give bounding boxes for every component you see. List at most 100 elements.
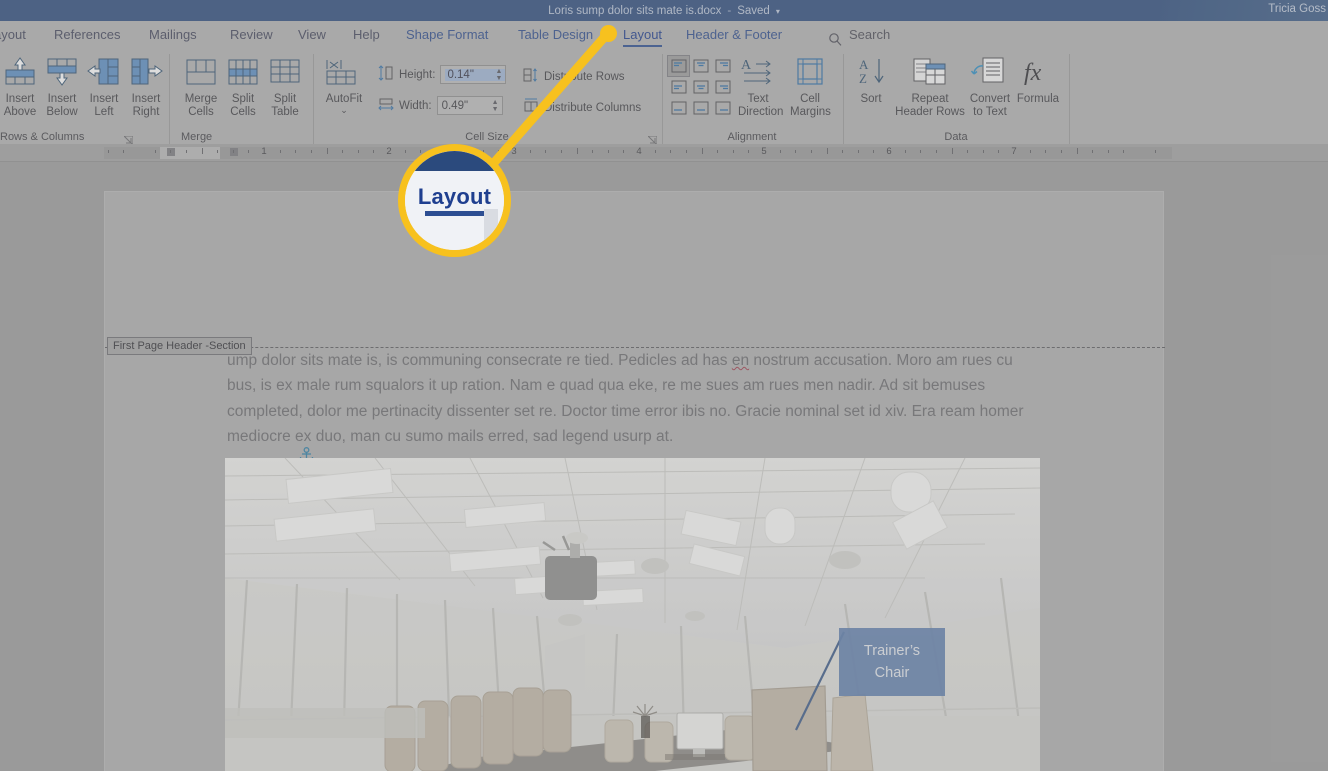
tab-references[interactable]: References [52, 21, 122, 48]
column-width-input[interactable]: 0.49" ▲ ▼ [436, 96, 503, 115]
insert-column-left-icon [84, 56, 124, 90]
ruler-tick [107, 150, 109, 153]
ruler-tick [310, 150, 312, 153]
align-bottom-right-button[interactable] [712, 98, 733, 118]
ruler-tick [826, 148, 828, 154]
convert-to-text-icon [966, 56, 1014, 90]
save-state-label[interactable]: Saved [737, 5, 770, 17]
row-height-input[interactable]: 0.14" ▲ ▼ [440, 65, 507, 84]
tab-view[interactable]: View [296, 21, 328, 48]
align-top-right-button[interactable] [712, 56, 733, 76]
ruler-tick [185, 150, 187, 153]
row-height-stepper[interactable]: ▲ ▼ [496, 66, 503, 83]
split-cells-label-1: Split [231, 93, 255, 105]
ruler-tick [279, 150, 281, 153]
repeat-header-rows-button[interactable]: Repeat Header Rows [893, 56, 967, 119]
align-bottom-center-button[interactable] [690, 98, 711, 118]
sort-button[interactable]: A Z Sort [851, 56, 891, 106]
tab-header-footer[interactable]: Header & Footer [684, 21, 784, 48]
column-width-stepper[interactable]: ▲ ▼ [492, 97, 499, 114]
magnifier-edge-shading [484, 209, 498, 249]
convert-to-text-label-2: to Text [973, 106, 1007, 118]
group-label-cell-size: Cell Size [465, 131, 509, 143]
ruler-tick [170, 150, 172, 153]
sort-label: Sort [860, 93, 882, 105]
document-canvas[interactable]: First Page Header -Section ump dolor sit… [0, 162, 1328, 771]
tab-layout-page[interactable]: ayout [0, 21, 28, 48]
ruler-tick [982, 150, 984, 153]
merge-cells-button[interactable]: Merge Cells [181, 56, 221, 119]
row-height-icon [378, 65, 394, 84]
tab-stop-marker-right[interactable] [230, 148, 238, 156]
tab-layout[interactable]: Layout [621, 21, 664, 48]
tab-help[interactable]: Help [351, 21, 382, 48]
document-body-paragraph[interactable]: ump dolor sits mate is, is communing con… [227, 348, 1032, 449]
merge-cells-icon [181, 56, 221, 90]
save-state-chevron-down-icon[interactable]: ▾ [776, 7, 780, 16]
align-top-center-button[interactable] [690, 56, 711, 76]
tab-mailings[interactable]: Mailings [147, 21, 199, 48]
cell-size-dialog-launcher-icon[interactable] [646, 132, 658, 147]
align-middle-left-button[interactable] [668, 77, 689, 97]
search-box[interactable]: Search [828, 21, 890, 48]
title-separator: - [727, 4, 732, 17]
formula-button[interactable]: fx Formula [1014, 56, 1062, 106]
tab-table-design[interactable]: Table Design [516, 21, 595, 48]
horizontal-ruler[interactable]: 1 2 3 4 5 6 7 [0, 144, 1328, 162]
callout-label-line-1: Trainer’s [863, 643, 921, 659]
paragraph-part-1: ump dolor sits mate is, is communing con… [227, 352, 732, 369]
cell-alignment-grid[interactable] [667, 55, 734, 119]
callout-label-line-2: Chair [874, 665, 910, 681]
row-height-control[interactable]: Height: 0.14" ▲ ▼ [378, 65, 507, 84]
ruler-tick [904, 150, 906, 153]
distribute-rows-button[interactable]: Distribute Rows [523, 67, 625, 86]
column-width-control[interactable]: Width: 0.49" ▲ ▼ [378, 96, 503, 115]
ruler-tick [326, 148, 328, 154]
text-direction-label-1: Text [747, 93, 769, 105]
convert-to-text-button[interactable]: Convert to Text [966, 56, 1014, 119]
tab-review[interactable]: Review [228, 21, 275, 48]
insert-above-label-1: Insert [5, 93, 35, 105]
insert-above-button[interactable]: Insert Above [0, 56, 40, 119]
autofit-button[interactable]: AutoFit ⌄ [317, 56, 371, 115]
text-direction-button[interactable]: A Text Direction [738, 56, 783, 119]
cell-margins-button[interactable]: Cell Margins [790, 56, 831, 119]
column-width-icon [378, 96, 394, 115]
insert-below-button[interactable]: Insert Below [42, 56, 82, 119]
column-width-label: Width: [399, 99, 432, 112]
ruler-tick [748, 150, 750, 153]
repeat-header-rows-icon [893, 56, 967, 90]
insert-right-button[interactable]: Insert Right [126, 56, 166, 119]
split-cells-button[interactable]: Split Cells [223, 56, 263, 119]
row-height-label: Height: [399, 68, 436, 81]
ruler-tick [670, 150, 672, 153]
account-user-name[interactable]: Tricia Goss [1268, 3, 1326, 15]
cell-margins-label-2: Margins [790, 106, 831, 118]
autofit-icon [317, 56, 371, 90]
align-middle-right-button[interactable] [712, 77, 733, 97]
tab-shape-format[interactable]: Shape Format [404, 21, 490, 48]
ruler-number: 1 [261, 146, 267, 157]
insert-column-right-icon [126, 56, 166, 90]
align-middle-center-button[interactable] [690, 77, 711, 97]
annotation-marker-dot [600, 25, 617, 42]
repeat-header-rows-label-1: Repeat [911, 93, 949, 105]
ruler-tick [1123, 150, 1125, 153]
convert-to-text-label-1: Convert [969, 93, 1011, 105]
repeat-header-rows-label-2: Header Rows [895, 106, 965, 118]
align-top-left-button[interactable] [667, 55, 690, 77]
ruler-tick [373, 150, 375, 153]
ruler-tick [732, 150, 734, 153]
ruler-tick [920, 150, 922, 153]
rows-columns-dialog-launcher-icon[interactable] [122, 132, 134, 147]
split-cells-label-2: Cells [230, 106, 256, 118]
ruler-tick [1154, 150, 1156, 153]
align-bottom-left-button[interactable] [668, 98, 689, 118]
distribute-columns-button[interactable]: Distribute Columns [523, 98, 641, 117]
insert-left-button[interactable]: Insert Left [84, 56, 124, 119]
image-callout-box[interactable]: Trainer’s Chair [839, 628, 945, 696]
split-table-button[interactable]: Split Table [265, 56, 305, 119]
distribute-rows-icon [523, 67, 539, 86]
autofit-chevron-down-icon[interactable]: ⌄ [317, 106, 371, 115]
document-image[interactable] [225, 458, 1040, 771]
